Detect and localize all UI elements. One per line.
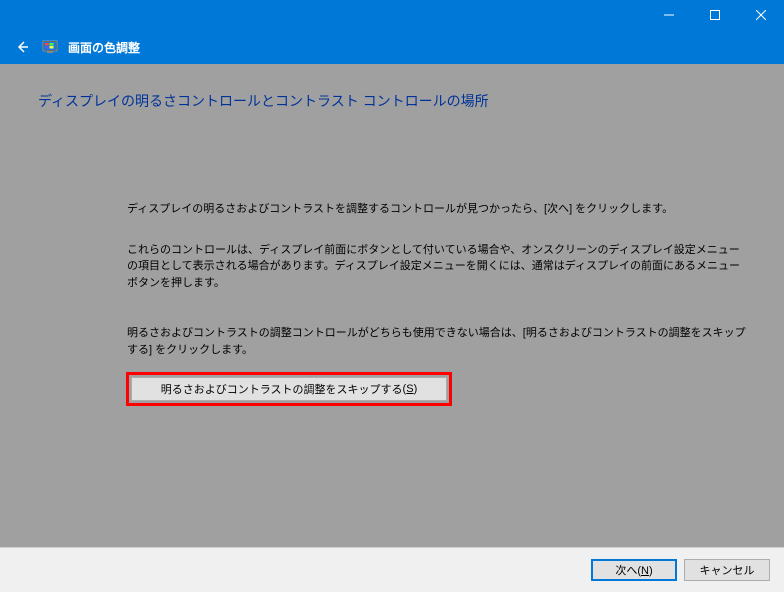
instruction-paragraph-2: これらのコントロールは、ディスプレイ前面にボタンとして付いている場合や、オンスク… [0, 242, 784, 292]
wizard-window: 画面の色調整 ディスプレイの明るさコントロールとコントラスト コントロールの場所… [0, 0, 784, 592]
next-button-label: 次へ [615, 565, 637, 577]
page-heading: ディスプレイの明るさコントロールとコントラスト コントロールの場所 [0, 64, 784, 111]
titlebar [0, 0, 784, 30]
instruction-paragraph-3: 明るさおよびコントラストの調整コントロールがどちらも使用できない場合は、[明るさ… [0, 325, 784, 358]
cancel-button-label: キャンセル [700, 565, 755, 577]
header-title: 画面の色調整 [68, 39, 140, 56]
next-button[interactable]: 次へ(N) [591, 559, 677, 581]
header-bar: 画面の色調整 [0, 30, 784, 64]
back-arrow-icon[interactable] [12, 37, 32, 57]
skip-button-accelerator: S [406, 383, 413, 395]
skip-button-label: 明るさおよびコントラストの調整をスキップする [161, 381, 403, 397]
maximize-button[interactable] [692, 0, 738, 30]
minimize-button[interactable] [646, 0, 692, 30]
content-area: ディスプレイの明るさコントロールとコントラスト コントロールの場所 ディスプレイ… [0, 64, 784, 547]
highlight-frame: 明るさおよびコントラストの調整をスキップする(S) [126, 372, 452, 406]
instruction-paragraph-1: ディスプレイの明るさおよびコントラストを調整するコントロールが見つかったら、[次… [0, 201, 784, 218]
close-button[interactable] [738, 0, 784, 30]
cancel-button[interactable]: キャンセル [684, 559, 770, 581]
skip-brightness-contrast-button[interactable]: 明るさおよびコントラストの調整をスキップする(S) [131, 377, 447, 401]
footer-bar: 次へ(N) キャンセル [0, 547, 784, 592]
monitor-icon [42, 39, 58, 55]
next-button-accelerator: N [641, 565, 649, 577]
